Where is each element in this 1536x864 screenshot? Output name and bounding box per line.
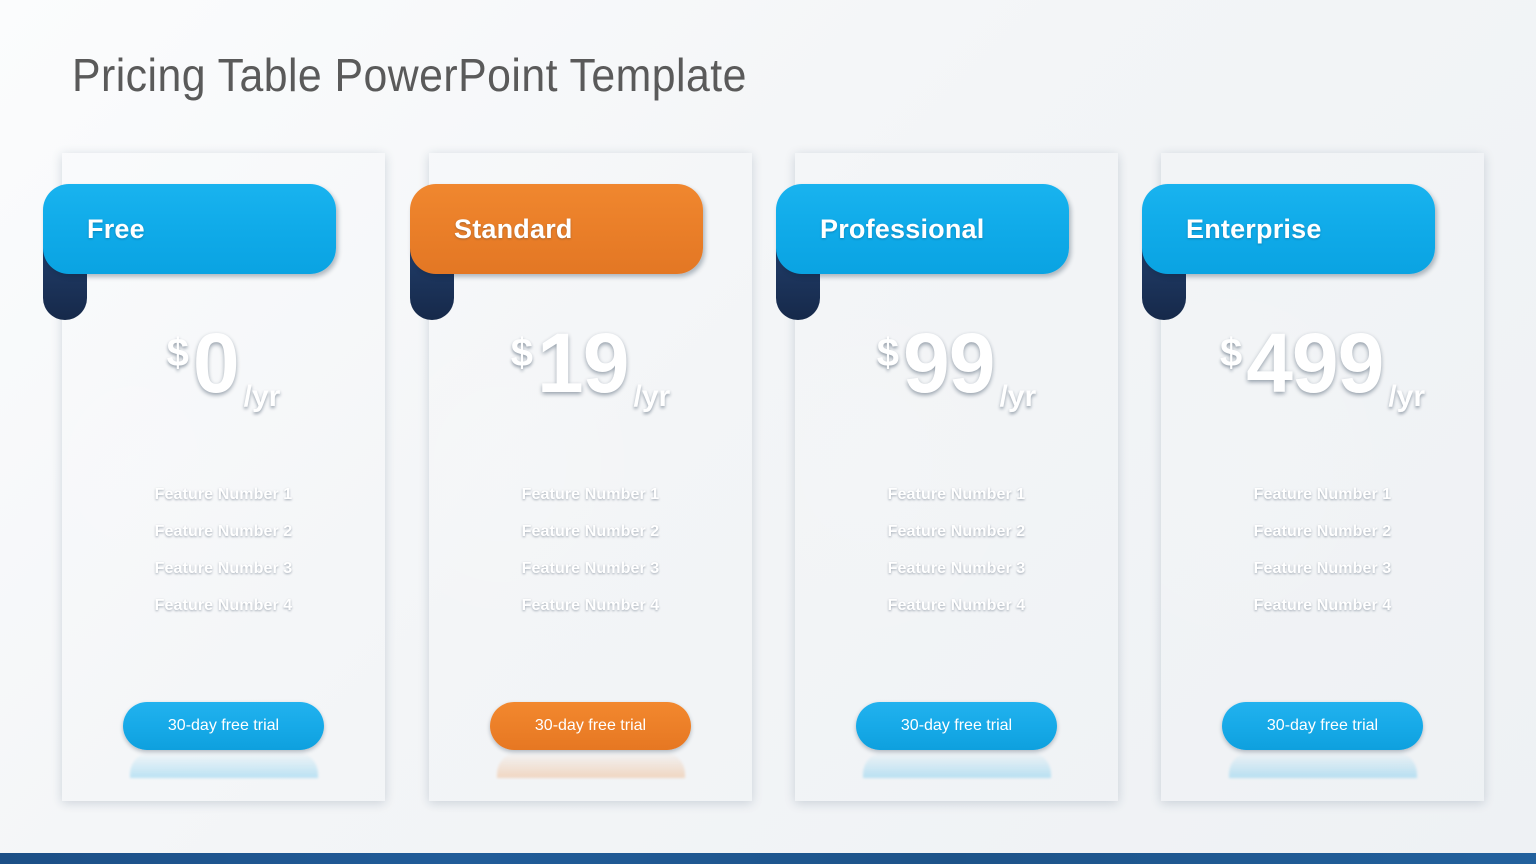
plan-name-label: Enterprise [1186,213,1322,244]
price-currency-symbol: $ [1219,331,1243,375]
plan-cta-wrap: 30-day free trial [429,702,752,778]
free-trial-button[interactable]: 30-day free trial [856,702,1057,750]
plan-feature-list: Feature Number 1 Feature Number 2 Feature … [1161,486,1484,615]
cta-reflection [1228,752,1417,778]
feature-item: Feature Number 2 [154,523,293,540]
plan-name-label: Free [87,213,145,244]
feature-item: Feature Number 1 [1253,486,1392,503]
price-amount: 99 [903,316,995,410]
plan-price: $99/yr [795,321,1118,431]
pricing-card-professional: Professional $99/yr Feature Number 1 Featur… [776,153,1118,801]
plan-banner: Enterprise [1142,184,1435,274]
plan-price: $0/yr [62,321,385,431]
plan-cta-wrap: 30-day free trial [1161,702,1484,778]
plan-feature-list: Feature Number 1 Feature Number 2 Feature … [429,486,752,615]
feature-item: Feature Number 3 [1253,560,1392,577]
feature-item: Feature Number 1 [154,486,293,503]
price-amount: 0 [192,316,240,410]
plan-feature-list: Feature Number 1 Feature Number 2 Feature … [62,486,385,615]
page-title: Pricing Table PowerPoint Template [72,49,747,101]
plan-banner-wrap: Enterprise [1142,184,1435,320]
price-inner: $99/yr [876,316,1036,412]
cta-reflection [862,752,1051,778]
pricing-card-standard: Standard $19/yr Feature Number 1 Feature Nu… [410,153,752,801]
plan-banner-wrap: Free [43,184,336,320]
price-period: /yr [243,380,281,413]
price-inner: $499/yr [1219,316,1425,412]
free-trial-button[interactable]: 30-day free trial [1222,702,1423,750]
free-trial-button[interactable]: 30-day free trial [490,702,691,750]
plan-price: $499/yr [1161,321,1484,431]
feature-item: Feature Number 1 [887,486,1026,503]
plan-cta-wrap: 30-day free trial [795,702,1118,778]
price-amount: 499 [1246,316,1384,410]
feature-item: Feature Number 2 [521,523,660,540]
feature-item: Feature Number 4 [154,597,293,614]
plan-name-label: Standard [454,213,573,244]
feature-item: Feature Number 2 [887,523,1026,540]
footer-bar [0,853,1536,864]
price-currency-symbol: $ [510,331,534,375]
feature-item: Feature Number 1 [521,486,660,503]
price-period: /yr [1388,380,1426,413]
price-amount: 19 [537,316,629,410]
feature-item: Feature Number 3 [521,560,660,577]
price-currency-symbol: $ [166,331,189,375]
plan-feature-list: Feature Number 1 Feature Number 2 Feature … [795,486,1118,615]
plan-banner: Professional [776,184,1069,274]
feature-item: Feature Number 4 [1253,597,1392,614]
plan-banner-wrap: Standard [410,184,703,320]
free-trial-button[interactable]: 30-day free trial [123,702,324,750]
price-period: /yr [633,380,671,413]
cta-reflection [496,752,685,778]
pricing-card-enterprise: Enterprise $499/yr Feature Number 1 Feature… [1142,153,1484,801]
feature-item: Feature Number 3 [887,560,1026,577]
plan-name-label: Professional [820,213,985,244]
plan-banner: Standard [410,184,703,274]
feature-item: Feature Number 2 [1253,523,1392,540]
cta-reflection [129,752,318,778]
plan-cta-wrap: 30-day free trial [62,702,385,778]
feature-item: Feature Number 4 [521,597,660,614]
price-inner: $0/yr [166,316,281,412]
price-inner: $19/yr [510,316,670,412]
plan-banner-wrap: Professional [776,184,1069,320]
feature-item: Feature Number 3 [154,560,293,577]
price-period: /yr [999,380,1037,413]
pricing-card-deck: Free $0/yr Feature Number 1 Feature Number … [0,153,1536,801]
plan-price: $19/yr [429,321,752,431]
plan-banner: Free [43,184,336,274]
pricing-card-free: Free $0/yr Feature Number 1 Feature Number … [43,153,385,801]
price-currency-symbol: $ [876,331,900,375]
feature-item: Feature Number 4 [887,597,1026,614]
